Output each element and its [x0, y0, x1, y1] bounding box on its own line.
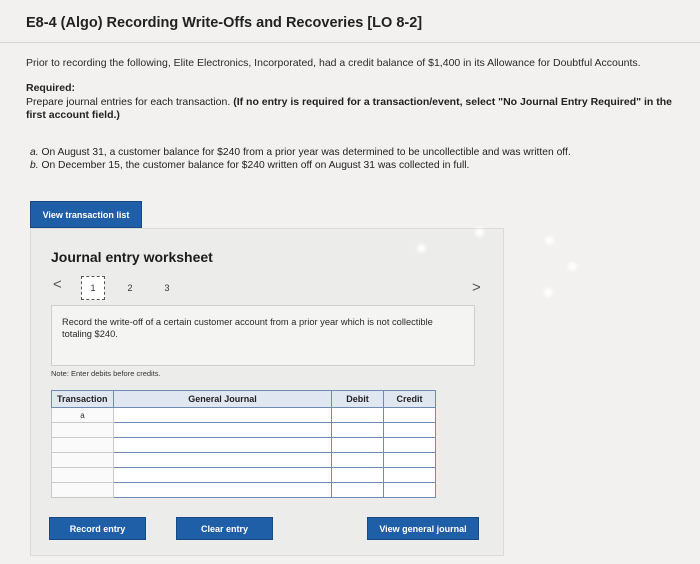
page-tab-3[interactable]: 3	[155, 276, 179, 300]
header-divider	[0, 42, 700, 43]
debit-field[interactable]	[331, 452, 384, 468]
credit-field[interactable]	[383, 452, 436, 468]
screen-glare	[568, 262, 577, 271]
item-b-text: On December 15, the customer balance for…	[38, 160, 470, 171]
view-transaction-list-button[interactable]: View transaction list	[30, 201, 142, 228]
debit-field[interactable]	[331, 407, 384, 423]
transaction-item-a: a. On August 31, a customer balance for …	[30, 146, 571, 159]
worksheet-title: Journal entry worksheet	[51, 249, 213, 265]
debit-field[interactable]	[331, 422, 384, 438]
view-general-journal-button[interactable]: View general journal	[367, 517, 479, 540]
transaction-cell: a	[51, 407, 114, 423]
debit-field[interactable]	[331, 467, 384, 483]
header-credit: Credit	[383, 390, 436, 408]
item-a-text: On August 31, a customer balance for $24…	[38, 147, 571, 158]
required-heading: Required:	[26, 82, 76, 94]
credit-field[interactable]	[383, 482, 436, 498]
header-debit: Debit	[331, 390, 384, 408]
debit-field[interactable]	[331, 437, 384, 453]
page-tab-1[interactable]: 1	[81, 276, 105, 300]
chevron-left-icon[interactable]: <	[53, 276, 62, 293]
screen-glare	[417, 244, 426, 253]
page-tab-2[interactable]: 2	[118, 276, 142, 300]
entry-description: Record the write-off of a certain custom…	[51, 305, 475, 366]
account-field[interactable]	[113, 437, 332, 453]
required-text: Prepare journal entries for each transac…	[26, 96, 234, 108]
table-row	[51, 467, 436, 483]
account-field[interactable]	[113, 452, 332, 468]
table-row	[51, 452, 436, 468]
record-entry-button[interactable]: Record entry	[49, 517, 146, 540]
transaction-cell	[51, 467, 114, 483]
required-instructions: Prepare journal entries for each transac…	[26, 96, 694, 122]
account-field[interactable]	[113, 422, 332, 438]
screen-glare	[544, 288, 553, 297]
account-field[interactable]	[113, 467, 332, 483]
page-title: E8-4 (Algo) Recording Write-Offs and Rec…	[26, 15, 423, 31]
table-row	[51, 482, 436, 498]
transaction-cell	[51, 452, 114, 468]
item-b-letter: b.	[30, 160, 39, 171]
credit-field[interactable]	[383, 422, 436, 438]
chevron-right-icon[interactable]: >	[472, 279, 481, 296]
problem-intro: Prior to recording the following, Elite …	[26, 57, 641, 69]
journal-entry-worksheet: Journal entry worksheet < 1 2 3 > Record…	[30, 228, 504, 556]
clear-entry-button[interactable]: Clear entry	[176, 517, 273, 540]
credit-field[interactable]	[383, 467, 436, 483]
credit-field[interactable]	[383, 407, 436, 423]
header-transaction: Transaction	[51, 390, 114, 408]
account-field[interactable]	[113, 482, 332, 498]
screen-glare	[545, 236, 554, 245]
account-field[interactable]	[113, 407, 332, 423]
transaction-cell	[51, 437, 114, 453]
transaction-item-b: b. On December 15, the customer balance …	[30, 159, 571, 172]
transaction-cell	[51, 422, 114, 438]
table-row	[51, 437, 436, 453]
screen-glare	[475, 228, 484, 237]
table-row: a	[51, 407, 436, 423]
debit-field[interactable]	[331, 482, 384, 498]
header-general-journal: General Journal	[113, 390, 332, 408]
entry-note: Note: Enter debits before credits.	[51, 369, 161, 378]
transaction-cell	[51, 482, 114, 498]
credit-field[interactable]	[383, 437, 436, 453]
table-row	[51, 422, 436, 438]
journal-table: Transaction General Journal Debit Credit…	[51, 390, 436, 498]
item-a-letter: a.	[30, 147, 39, 158]
transaction-items: a. On August 31, a customer balance for …	[30, 146, 571, 172]
